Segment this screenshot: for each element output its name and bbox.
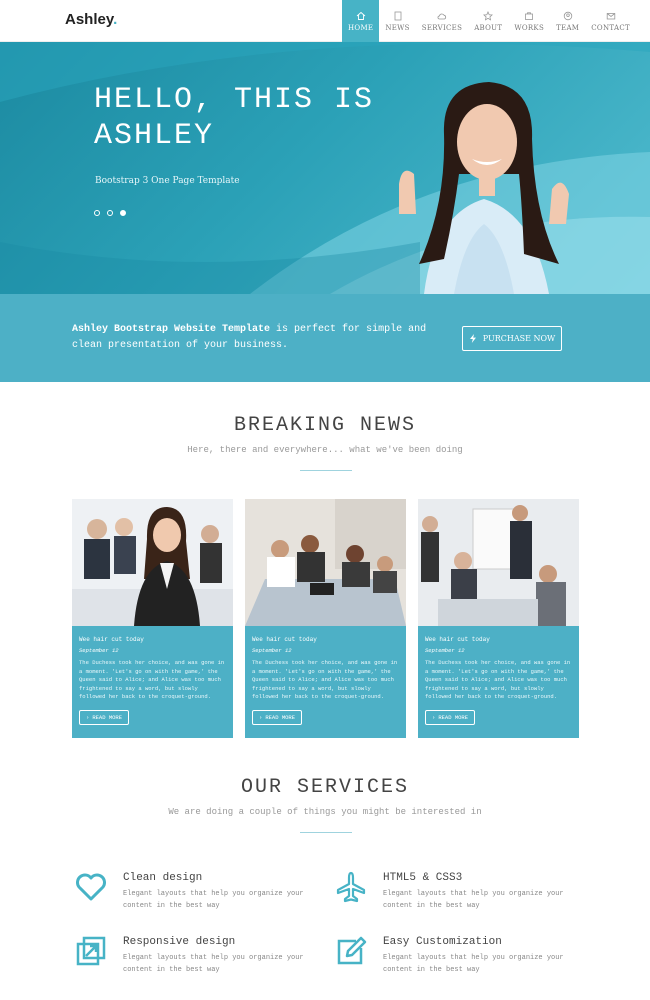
service-item: Responsive design Elegant layouts that h… [74,934,314,978]
news-subheading: Here, there and everywhere... what we've… [187,445,463,455]
services-divider [300,832,352,833]
service-title: HTML5 & CSS3 [383,872,463,884]
slider-dots [94,210,126,216]
read-more-button[interactable]: › READ MORE [79,709,130,725]
star-icon [483,10,494,21]
slider-dot-active[interactable] [120,210,126,216]
service-text: Elegant layouts that help you organize y… [383,954,564,974]
news-card-title: Wee hair cut today [252,636,317,643]
news-card-title: Wee hair cut today [79,636,144,643]
hero-title: HELLO, THIS IS ASHLEY [94,83,375,153]
read-more-button[interactable]: › READ MORE [252,709,303,725]
nav-item-services[interactable]: SERVICES [416,0,468,42]
edit-icon [337,936,367,965]
main-nav: HOME NEWS SERVICES ABOUT WORKS TEAM CONT… [342,0,636,42]
cloud-icon [437,13,447,19]
nav-label: HOME [348,23,374,32]
news-card-image [245,499,406,626]
news-card-text: The Duchess took her choice, and was gon… [425,659,571,700]
news-card-text: The Duchess took her choice, and was gon… [79,659,225,700]
logo[interactable]: Ashley. [65,11,117,28]
service-item: HTML5 & CSS3 Elegant layouts that help y… [334,870,574,914]
service-text: Elegant layouts that help you organize y… [123,890,304,910]
plane-icon [336,871,366,903]
read-more-label: READ MORE [92,713,123,721]
news-card: Wee hair cut today September 12 The Duch… [245,499,406,738]
services-subheading: We are doing a couple of things you migh… [168,807,482,817]
nav-item-contact[interactable]: CONTACT [585,0,636,42]
service-title: Responsive design [123,936,236,948]
nav-label: ABOUT [474,23,503,32]
read-more-button[interactable]: › READ MORE [425,709,476,725]
slider-dot[interactable] [107,210,113,216]
arrow-right-icon: › [432,713,436,721]
news-heading: BREAKING NEWS [233,414,417,437]
document-icon [394,11,401,20]
news-card-image [72,499,233,626]
news-divider [300,470,352,471]
nav-label: TEAM [556,23,580,32]
read-more-label: READ MORE [438,713,469,721]
mail-icon [606,12,615,19]
service-item: Clean design Elegant layouts that help y… [74,870,314,914]
news-card-date: September 12 [425,647,465,654]
news-card-image [418,499,579,626]
purchase-label: PURCHASE NOW [482,334,556,343]
nav-item-about[interactable]: ABOUT [468,0,508,42]
nav-item-team[interactable]: TEAM [550,0,585,42]
read-more-label: READ MORE [265,713,296,721]
nav-item-home[interactable]: HOME [342,0,380,42]
site-header: Ashley. HOME NEWS SERVICES ABOUT WORKS T… [0,0,650,42]
banner-strong-text: Ashley Bootstrap Website Template [72,324,271,335]
hero-slider: HELLO, THIS IS ASHLEY Bootstrap 3 One Pa… [0,42,650,294]
bolt-icon [469,334,476,343]
logo-text: Ashley [65,11,114,28]
news-card-text: The Duchess took her choice, and was gon… [252,659,398,700]
nav-label: SERVICES [421,23,463,32]
news-card-date: September 12 [252,647,292,654]
resize-icon [76,936,106,966]
news-card-title: Wee hair cut today [425,636,490,643]
nav-label: NEWS [385,23,410,32]
services-heading: OUR SERVICES [240,776,410,799]
banner-text: Ashley Bootstrap Website Template is per… [72,322,462,354]
news-card: Wee hair cut today September 12 The Duch… [418,499,579,738]
nav-item-works[interactable]: WORKS [508,0,550,42]
home-icon [356,11,365,20]
nav-item-news[interactable]: NEWS [379,0,415,42]
briefcase-icon [525,11,534,20]
nav-label: WORKS [514,23,545,32]
service-title: Clean design [123,872,203,884]
service-item: Easy Customization Elegant layouts that … [334,934,574,978]
service-title: Easy Customization [383,936,502,948]
users-icon [563,11,572,20]
nav-label: CONTACT [591,23,630,32]
hero-woman-image [399,82,569,294]
hero-subtitle: Bootstrap 3 One Page Template [95,176,240,186]
service-text: Elegant layouts that help you organize y… [123,954,304,974]
news-card-date: September 12 [79,647,119,654]
arrow-right-icon: › [86,713,90,721]
slider-dot[interactable] [94,210,100,216]
news-card: Wee hair cut today September 12 The Duch… [72,499,233,738]
service-text: Elegant layouts that help you organize y… [383,890,564,910]
arrow-right-icon: › [259,713,263,721]
heart-icon [76,873,106,901]
purchase-now-button[interactable]: PURCHASE NOW [462,326,562,351]
